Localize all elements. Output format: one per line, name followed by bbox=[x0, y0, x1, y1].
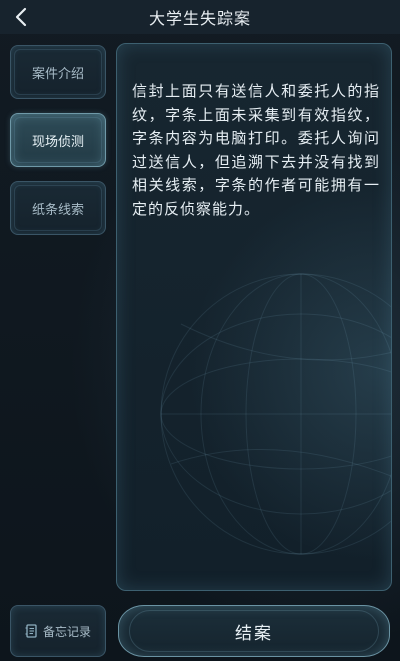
tab-label: 现场侦测 bbox=[31, 134, 84, 150]
content-panel[interactable]: 信封上面只有送信人和委托人的指纹，字条上面未采集到有效指纹，字条内容为电脑打印。… bbox=[116, 43, 392, 591]
tab-scene-detection[interactable]: 现场侦测 bbox=[10, 113, 106, 167]
tab-label: 纸条线索 bbox=[31, 202, 84, 218]
page-title: 大学生失踪案 bbox=[148, 9, 251, 28]
tab-label: 案件介绍 bbox=[31, 66, 84, 82]
screen: 大学生失踪案 案件介绍 现场侦测 纸条线索 信封上面只有送信人和委托人的指纹，字… bbox=[0, 0, 400, 661]
memo-label: 备忘记录 bbox=[42, 624, 91, 639]
chevron-left-icon bbox=[15, 7, 27, 27]
close-case-button[interactable]: 结案 bbox=[118, 605, 390, 657]
tab-case-intro[interactable]: 案件介绍 bbox=[10, 45, 106, 99]
header-bar: 大学生失踪案 bbox=[0, 0, 400, 34]
tab-note-clues[interactable]: 纸条线索 bbox=[10, 181, 106, 235]
back-button[interactable] bbox=[8, 4, 34, 30]
close-case-label: 结案 bbox=[235, 623, 273, 644]
background-globe-decoration bbox=[160, 273, 391, 555]
memo-button[interactable]: 备忘记录 bbox=[10, 605, 106, 657]
case-detail-text: 信封上面只有送信人和委托人的指纹，字条上面未采集到有效指纹，字条内容为电脑打印。… bbox=[132, 82, 380, 218]
notebook-icon bbox=[25, 624, 37, 638]
